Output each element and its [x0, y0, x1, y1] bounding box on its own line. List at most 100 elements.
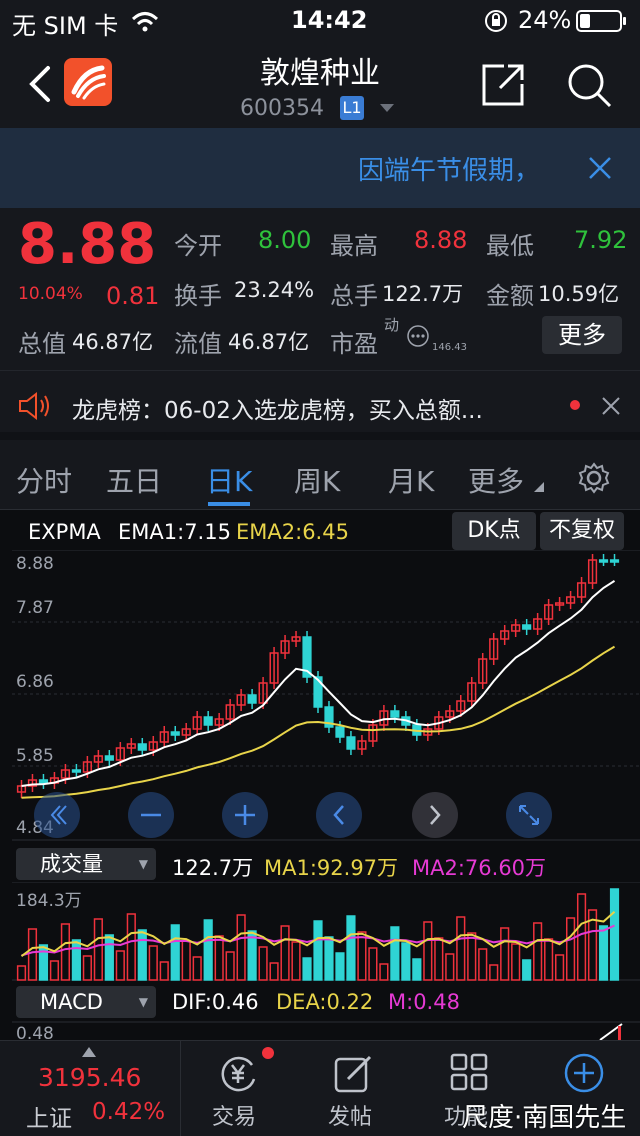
kline-chart-area: EXPMA EMA1:7.15 EMA2:6.45 DK点 不复权 8.88 7…	[0, 510, 640, 1044]
volume-bar	[401, 942, 411, 981]
volume-bar	[16, 965, 27, 981]
clock: 14:42	[291, 6, 368, 34]
volume-bar	[357, 931, 367, 981]
tab-weekly-k[interactable]: 周K	[294, 460, 340, 500]
trade-tab[interactable]: 交易	[196, 1041, 280, 1136]
fullscreen-button[interactable]	[506, 792, 552, 838]
close-ticker-icon[interactable]	[602, 397, 620, 415]
candle-body	[390, 710, 400, 718]
settings-gear-icon[interactable]	[578, 462, 610, 494]
scroll-left-button[interactable]	[34, 792, 80, 838]
tab-daily-k[interactable]: 日K	[206, 460, 252, 500]
search-icon[interactable]	[566, 62, 612, 108]
volume-bar	[423, 921, 433, 981]
stock-code: 600354	[240, 96, 324, 121]
high-label: 最高	[330, 232, 378, 260]
zoom-in-button[interactable]	[222, 792, 268, 838]
holiday-notice[interactable]: 因端午节假期，	[0, 128, 640, 208]
index-quote[interactable]: 3195.46 上证 0.42%	[0, 1041, 180, 1136]
volume-chart[interactable]	[0, 882, 640, 982]
volume-value: 122.7万	[382, 282, 464, 306]
open-value: 8.00	[258, 226, 312, 254]
volume-bar	[445, 953, 455, 981]
double-chevron-left-icon	[50, 805, 67, 825]
macd-chart[interactable]	[0, 1020, 640, 1040]
volume-bar	[269, 962, 279, 981]
volume-ma1: MA1:92.97万	[264, 856, 399, 880]
volume-bar	[489, 964, 499, 981]
volume-indicator-select[interactable]: 成交量 ▼	[16, 848, 156, 880]
volume-ma2: MA2:76.60万	[412, 856, 547, 880]
stock-name: 敦煌种业	[260, 56, 380, 91]
candle-body	[609, 559, 620, 563]
volume-indicator-label: 成交量	[40, 852, 103, 876]
volume-bar	[544, 938, 554, 981]
macd-indicator-select[interactable]: MACD ▼	[16, 986, 156, 1018]
more-button[interactable]: 更多	[542, 316, 622, 354]
scroll-prev-button[interactable]	[316, 792, 362, 838]
active-tab-indicator	[208, 502, 250, 506]
trade-label: 交易	[212, 1105, 257, 1130]
more-dots-icon[interactable]	[406, 324, 430, 348]
macd-indicator-label: MACD	[40, 990, 103, 1014]
candle-body	[170, 731, 180, 736]
adjust-button[interactable]: 不复权	[540, 512, 624, 550]
volume-bar	[576, 893, 587, 981]
tab-five-day[interactable]: 五日	[106, 460, 162, 500]
ema2-line	[21, 645, 616, 799]
volume-bar	[148, 945, 158, 981]
close-icon[interactable]	[588, 156, 612, 180]
mktcap-label: 总值	[18, 330, 66, 358]
chevron-down-icon[interactable]	[380, 104, 394, 114]
bottom-bar: 3195.46 上证 0.42% 交易 发帖 功能 尺度·南国先生	[0, 1040, 640, 1136]
tab-monthly-k[interactable]: 月K	[388, 460, 434, 500]
volume-bar	[346, 915, 356, 981]
candle-body	[104, 755, 114, 761]
last-price: 8.88	[18, 212, 157, 277]
expand-icon	[519, 805, 539, 825]
candle-body	[598, 559, 609, 563]
period-tabs: 分时 五日 日K 周K 月K 更多	[0, 448, 640, 510]
ema1-value: EMA1:7.15	[118, 520, 231, 544]
tab-intraday[interactable]: 分时	[16, 460, 72, 500]
volume-bar	[27, 928, 38, 981]
pe-label: 市盈	[330, 330, 378, 358]
expma-label: EXPMA	[28, 520, 101, 544]
volume-bar	[104, 934, 114, 981]
volume-bar	[511, 943, 521, 981]
turnover-label: 换手	[174, 282, 222, 310]
share-icon[interactable]	[480, 62, 526, 108]
volume-bar	[598, 925, 609, 981]
volume-bar	[38, 944, 49, 981]
change-amount: 0.81	[106, 282, 160, 310]
volume-bar	[93, 918, 103, 981]
volume-bar	[192, 956, 202, 981]
volume-bar	[379, 963, 389, 981]
volume-bar	[203, 919, 213, 981]
float-value: 46.87亿	[228, 330, 310, 354]
grid-icon	[450, 1053, 488, 1091]
plus-icon	[235, 805, 255, 825]
volume-bar	[500, 927, 510, 981]
tab-more[interactable]: 更多	[468, 460, 524, 500]
up-triangle-icon	[82, 1047, 96, 1057]
zoom-out-button[interactable]	[128, 792, 174, 838]
volume-label: 总手	[330, 282, 378, 310]
speaker-icon	[19, 391, 49, 421]
dk-point-button[interactable]: DK点	[452, 512, 536, 550]
volume-bar	[555, 954, 565, 981]
candle-body	[71, 769, 81, 773]
level-badge[interactable]: L1	[340, 96, 364, 120]
volume-bar	[478, 948, 488, 981]
news-ticker[interactable]: 龙虎榜：06-02入选龙虎榜，买入总额...	[0, 370, 640, 440]
status-bar: 无 SIM 卡 14:42 24%	[0, 0, 640, 40]
low-value: 7.92	[574, 226, 628, 254]
scroll-next-button[interactable]	[412, 792, 458, 838]
macd-m: M:0.48	[388, 990, 460, 1014]
volume-current: 122.7万	[172, 856, 254, 880]
post-tab[interactable]: 发帖	[312, 1041, 396, 1136]
corner-triangle-icon	[534, 482, 544, 492]
candles-group	[16, 554, 620, 798]
divider	[180, 1041, 181, 1136]
candle-body	[247, 694, 257, 704]
